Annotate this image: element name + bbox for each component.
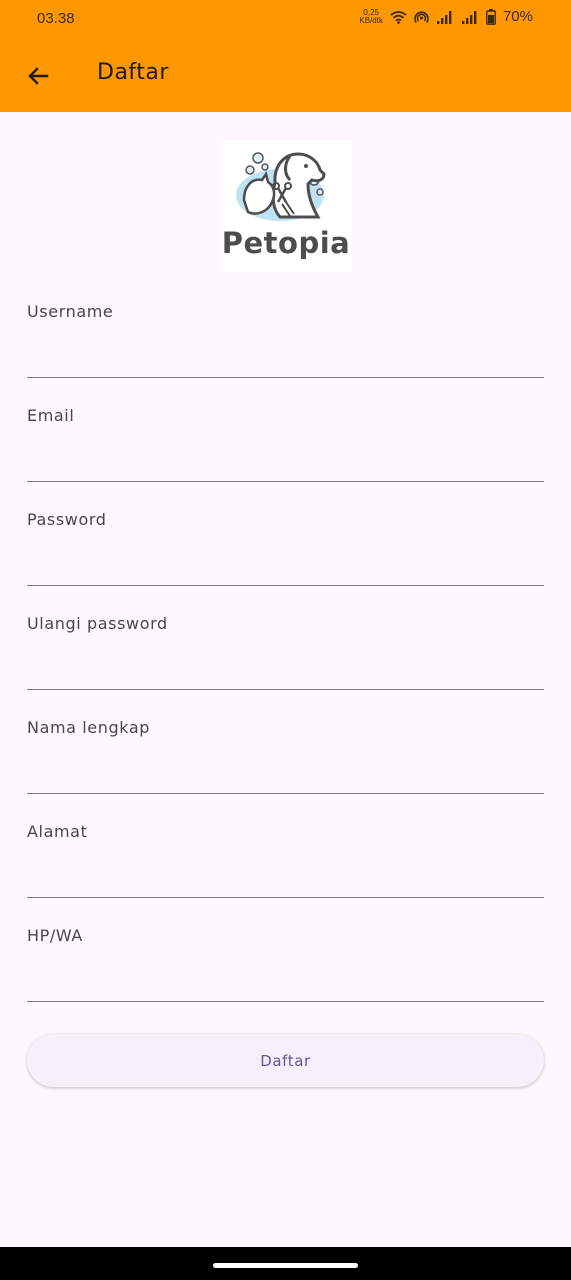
email-input[interactable] bbox=[27, 446, 544, 476]
page-title: Daftar bbox=[97, 60, 169, 85]
header: 03.38 0,25 KB/dtk 70% Daftar bbox=[0, 0, 571, 112]
confirm-password-label: Ulangi password bbox=[27, 614, 168, 633]
phone-field[interactable]: HP/WA bbox=[27, 926, 544, 1002]
password-label: Password bbox=[27, 510, 107, 529]
email-field[interactable]: Email bbox=[27, 406, 544, 482]
home-indicator[interactable] bbox=[213, 1263, 358, 1268]
back-button[interactable] bbox=[18, 56, 58, 96]
register-button[interactable]: Daftar bbox=[27, 1034, 544, 1087]
logo-text: Petopia bbox=[221, 226, 351, 260]
signal-icon bbox=[461, 10, 477, 24]
register-screen: 03.38 0,25 KB/dtk 70% Daftar Petopia Use… bbox=[0, 0, 571, 1280]
username-input[interactable] bbox=[27, 342, 544, 372]
email-label: Email bbox=[27, 406, 75, 425]
address-field[interactable]: Alamat bbox=[27, 822, 544, 898]
password-input[interactable] bbox=[27, 550, 544, 580]
battery-percentage: 70% bbox=[502, 8, 533, 25]
status-time: 03.38 bbox=[37, 10, 75, 27]
confirm-password-input[interactable] bbox=[27, 654, 544, 684]
pet-grooming-logo bbox=[236, 152, 326, 221]
wifi-icon bbox=[390, 10, 407, 24]
arrow-left-icon bbox=[28, 67, 49, 85]
username-label: Username bbox=[27, 302, 114, 321]
full-name-field[interactable]: Nama lengkap bbox=[27, 718, 544, 794]
full-name-input[interactable] bbox=[27, 758, 544, 788]
phone-label: HP/WA bbox=[27, 926, 83, 945]
signal-icon bbox=[436, 10, 452, 24]
address-input[interactable] bbox=[27, 862, 544, 892]
full-name-label: Nama lengkap bbox=[27, 718, 150, 737]
username-field[interactable]: Username bbox=[27, 302, 544, 378]
network-speed-unit: KB/dtk bbox=[359, 15, 383, 25]
app-bar: Daftar bbox=[0, 38, 571, 112]
status-icons: 0,25 KB/dtk 70% bbox=[359, 8, 533, 25]
navigation-bar bbox=[0, 1247, 571, 1280]
address-label: Alamat bbox=[27, 822, 88, 841]
phone-input[interactable] bbox=[27, 966, 544, 996]
confirm-password-field[interactable]: Ulangi password bbox=[27, 614, 544, 690]
network-speed: 0,25 KB/dtk bbox=[359, 8, 383, 25]
petopia-logo: Petopia bbox=[220, 140, 352, 272]
hotspot-icon bbox=[414, 10, 429, 23]
status-bar: 03.38 0,25 KB/dtk 70% bbox=[0, 0, 571, 38]
password-field[interactable]: Password bbox=[27, 510, 544, 586]
battery-icon bbox=[486, 8, 496, 25]
